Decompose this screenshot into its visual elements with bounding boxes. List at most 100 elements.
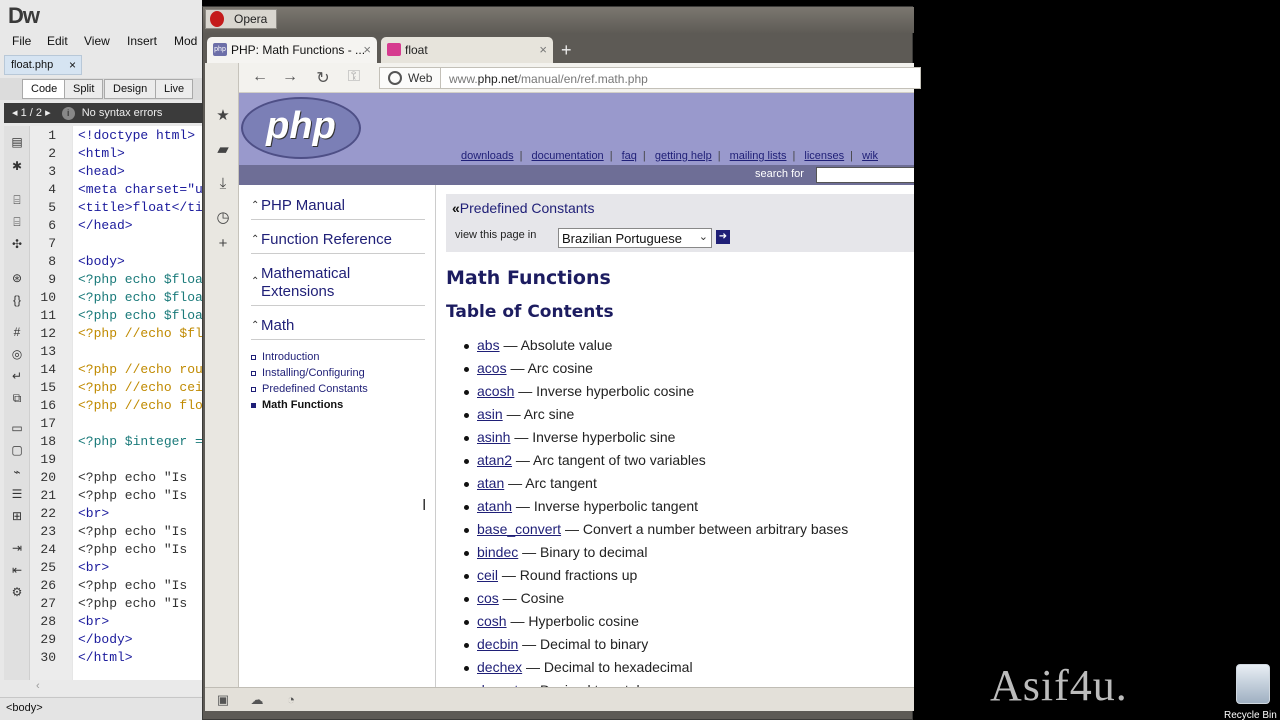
function-link[interactable]: cos: [477, 590, 499, 606]
function-link[interactable]: atan2: [477, 452, 512, 468]
prev-error-icon[interactable]: ◂: [12, 107, 18, 119]
highlight-invalid-code-icon[interactable]: ◎: [9, 346, 25, 362]
tag-selector-body[interactable]: <body>: [6, 702, 43, 714]
address-bar[interactable]: www.php.net/manual/en/ref.math.php: [441, 67, 921, 89]
line-number: 22: [40, 506, 56, 521]
key-icon[interactable]: ⚿: [343, 68, 365, 88]
indent-code-icon[interactable]: ⇥: [9, 540, 25, 556]
function-link[interactable]: acos: [477, 360, 507, 376]
word-wrap-icon[interactable]: ↵: [9, 368, 25, 384]
function-link[interactable]: atanh: [477, 498, 512, 514]
function-link[interactable]: asinh: [477, 429, 510, 445]
prev-page-label: Predefined Constants: [459, 200, 595, 216]
function-link[interactable]: dechex: [477, 659, 522, 675]
notes-icon[interactable]: ▰: [214, 141, 232, 159]
open-documents-icon[interactable]: ▤: [9, 134, 25, 150]
downloads-icon[interactable]: ⤓: [214, 175, 232, 193]
bookmarks-star-icon[interactable]: ★: [214, 107, 232, 125]
go-arrow-icon[interactable]: ➜: [716, 230, 730, 244]
link-documentation[interactable]: documentation: [532, 150, 604, 162]
design-view-button[interactable]: Design: [104, 79, 157, 99]
collapse-selection-icon[interactable]: ⌸: [9, 214, 25, 230]
opera-menu-button[interactable]: Opera: [205, 9, 277, 29]
function-link[interactable]: acosh: [477, 383, 514, 399]
reload-icon[interactable]: ↻: [312, 68, 334, 88]
syntax-coloring-icon[interactable]: ⧉: [9, 390, 25, 406]
opera-panel-sidebar: ★ ▰ ⤓ ◷ +: [205, 63, 239, 687]
close-tab-icon[interactable]: ×: [539, 42, 547, 57]
nav-php-manual[interactable]: ⌃ PHP Manual: [251, 197, 345, 215]
link-faq[interactable]: faq: [622, 150, 637, 162]
prev-page-link[interactable]: «Predefined Constants: [446, 194, 914, 222]
recent-snippets-icon[interactable]: ☰: [9, 486, 25, 502]
menu-edit[interactable]: Edit: [47, 34, 68, 48]
apply-comment-icon[interactable]: ▭: [9, 420, 25, 436]
line-number: 30: [40, 650, 56, 665]
document-tab-float-php[interactable]: float.php ×: [4, 55, 82, 75]
link-getting-help[interactable]: getting help: [655, 150, 712, 162]
list-item: acos — Arc cosine: [464, 360, 593, 376]
site-info-button[interactable]: Web: [379, 67, 441, 89]
language-select[interactable]: Brazilian Portuguese ⌄: [558, 228, 712, 248]
menu-modify[interactable]: Mod: [174, 34, 197, 48]
history-clock-icon[interactable]: ◷: [214, 209, 232, 227]
code-view-button[interactable]: Code: [22, 79, 67, 99]
function-link[interactable]: bindec: [477, 544, 518, 560]
function-link[interactable]: abs: [477, 337, 500, 353]
new-tab-button[interactable]: +: [561, 40, 572, 61]
balance-braces-icon[interactable]: {}: [9, 292, 25, 308]
format-source-icon[interactable]: ⚙: [9, 584, 25, 600]
link-mailing-lists[interactable]: mailing lists: [730, 150, 787, 162]
search-input[interactable]: [816, 167, 914, 183]
menu-insert[interactable]: Insert: [127, 34, 157, 48]
tab-float[interactable]: float ×: [381, 37, 553, 63]
php-logo[interactable]: php: [241, 97, 361, 159]
close-tab-icon[interactable]: ×: [363, 42, 371, 57]
tab-php-math-functions[interactable]: php PHP: Math Functions - ... ×: [207, 37, 377, 63]
line-number: 17: [40, 416, 56, 431]
function-link[interactable]: base_convert: [477, 521, 561, 537]
nav-function-reference[interactable]: ⌃ Function Reference: [251, 231, 392, 249]
recycle-bin-icon[interactable]: [1236, 664, 1270, 704]
subnav-predefined-constants[interactable]: Predefined Constants: [251, 383, 368, 395]
function-link[interactable]: asin: [477, 406, 503, 422]
close-icon[interactable]: ×: [69, 58, 76, 72]
next-error-icon[interactable]: ▸: [45, 107, 51, 119]
caret-up-icon: ⌃: [251, 276, 260, 287]
bullet-icon: [464, 481, 469, 487]
function-link[interactable]: decbin: [477, 636, 518, 652]
live-view-button[interactable]: Live: [155, 79, 194, 99]
subnav-math-functions[interactable]: Math Functions: [251, 399, 343, 411]
split-view-button[interactable]: Split: [64, 79, 104, 99]
panel-toggle-icon[interactable]: ▣: [215, 692, 231, 708]
outdent-code-icon[interactable]: ⇤: [9, 562, 25, 578]
menu-view[interactable]: View: [84, 34, 110, 48]
subnav-installing-configuring[interactable]: Installing/Configuring: [251, 367, 365, 379]
function-link[interactable]: ceil: [477, 567, 498, 583]
wrap-tag-icon[interactable]: ⌁: [9, 464, 25, 480]
link-wiki[interactable]: wik: [862, 150, 878, 162]
collapse-full-tag-icon[interactable]: ⌸: [9, 192, 25, 208]
function-link[interactable]: atan: [477, 475, 504, 491]
back-arrow-icon[interactable]: ←: [249, 68, 271, 88]
add-panel-icon[interactable]: +: [214, 235, 232, 253]
link-licenses[interactable]: licenses: [804, 150, 844, 162]
function-link[interactable]: cosh: [477, 613, 507, 629]
code-editor[interactable]: <!doctype html> <html> <head> <meta charset…: [72, 126, 202, 680]
move-css-icon[interactable]: ⊞: [9, 508, 25, 524]
opera-unite-cloud-icon[interactable]: ☁: [249, 692, 265, 708]
remove-comment-icon[interactable]: ▢: [9, 442, 25, 458]
subnav-introduction[interactable]: Introduction: [251, 351, 319, 363]
line-numbers-icon[interactable]: #: [9, 324, 25, 340]
nav-mathematical-extensions[interactable]: ⌃ Mathematical Extensions: [251, 265, 401, 301]
bullet-icon: [251, 354, 256, 360]
speedometer-icon[interactable]: ◔: [283, 692, 299, 708]
nav-math[interactable]: ⌃ Math: [251, 317, 294, 335]
link-downloads[interactable]: downloads: [461, 150, 514, 162]
select-parent-tag-icon[interactable]: ⊛: [9, 270, 25, 286]
show-code-navigator-icon[interactable]: ✱: [9, 158, 25, 174]
code-horizontal-scrollbar[interactable]: ‹: [30, 680, 202, 696]
forward-arrow-icon[interactable]: →: [279, 68, 301, 88]
menu-file[interactable]: File: [12, 34, 31, 48]
expand-all-icon[interactable]: ✣: [9, 236, 25, 252]
